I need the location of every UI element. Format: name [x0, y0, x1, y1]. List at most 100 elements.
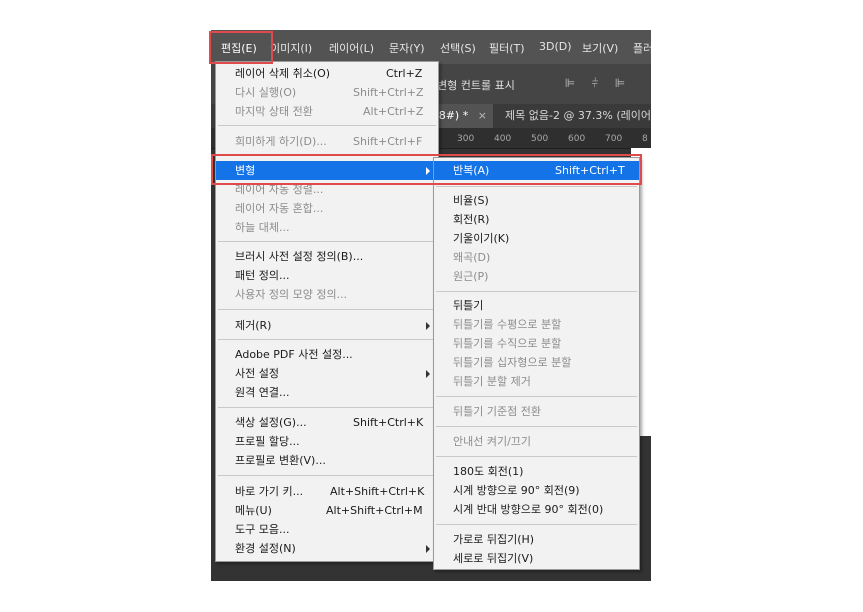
- menu-item-label: 원근(P): [453, 270, 489, 283]
- menu-separator: [218, 407, 436, 408]
- menu-filter[interactable]: 필터(T): [489, 40, 525, 56]
- menu-item-toggle-last-state[interactable]: 마지막 상태 전환 Alt+Ctrl+Z: [216, 102, 438, 121]
- menu-item-label: 뒤틀기를 십자형으로 분할: [453, 356, 572, 369]
- menu-item-purge[interactable]: 제거(R): [216, 316, 438, 335]
- menu-item-label: 브러시 사전 설정 정의(B)...: [235, 250, 364, 263]
- menu-select[interactable]: 선택(S): [440, 40, 476, 56]
- menu-item-label: 하늘 대체...: [235, 221, 290, 234]
- menu-item-scale[interactable]: 비율(S): [434, 191, 639, 210]
- menu-item-flip-vertical[interactable]: 세로로 뒤집기(V): [434, 549, 639, 568]
- menu-item-auto-blend-layers[interactable]: 레이어 자동 혼합...: [216, 199, 438, 218]
- ruler-tick: 700: [605, 134, 623, 144]
- menu-separator: [218, 339, 436, 340]
- menu-plugins[interactable]: 플러: [633, 40, 651, 56]
- menu-item-rotate-180[interactable]: 180도 회전(1): [434, 462, 639, 481]
- menu-item-presets[interactable]: 사전 설정: [216, 364, 438, 383]
- menu-item-define-brush-preset[interactable]: 브러시 사전 설정 정의(B)...: [216, 247, 438, 266]
- menu-item-label: 색상 설정(G)...: [235, 416, 307, 429]
- align-right-icon[interactable]: ⊫: [613, 76, 627, 90]
- show-transform-controls-label[interactable]: 변형 컨트롤 표시: [437, 77, 515, 93]
- menu-image[interactable]: 이미지(I): [270, 40, 312, 56]
- menu-separator: [436, 186, 637, 187]
- menu-item-split-warp-crosswise[interactable]: 뒤틀기를 십자형으로 분할: [434, 353, 639, 372]
- menu-bar: 편집(E) 이미지(I) 레이어(L) 문자(Y) 선택(S) 필터(T) 3D…: [211, 30, 651, 64]
- menu-layer[interactable]: 레이어(L): [329, 40, 374, 56]
- menu-3d[interactable]: 3D(D): [539, 40, 572, 53]
- menu-item-remote-connections[interactable]: 원격 연결...: [216, 383, 438, 402]
- menu-item-undo-delete-layer[interactable]: 레이어 삭제 취소(O) Ctrl+Z: [216, 64, 438, 83]
- menu-item-define-custom-shape[interactable]: 사용자 정의 모양 정의...: [216, 285, 438, 304]
- menu-item-toggle-guides[interactable]: 안내선 켜기/끄기: [434, 432, 639, 451]
- menu-item-fade[interactable]: 희미하게 하기(D)... Shift+Ctrl+F: [216, 132, 438, 151]
- menu-item-split-warp-vertically[interactable]: 뒤틀기를 수직으로 분할: [434, 334, 639, 353]
- edit-menu: 레이어 삭제 취소(O) Ctrl+Z 다시 실행(O) Shift+Ctrl+…: [215, 61, 439, 562]
- menu-item-color-settings[interactable]: 색상 설정(G)... Shift+Ctrl+K: [216, 413, 438, 432]
- annotation-box-transform-row: [211, 154, 642, 185]
- menu-separator: [218, 475, 436, 476]
- submenu-arrow-icon: [426, 322, 430, 330]
- menu-item-toggle-reference-point[interactable]: 뒤틀기 기준점 전환: [434, 402, 639, 421]
- menu-item-label: 프로필 할당...: [235, 435, 300, 448]
- menu-item-flip-horizontal[interactable]: 가로로 뒤집기(H): [434, 530, 639, 549]
- menu-item-label: 환경 설정(N): [235, 542, 296, 555]
- menu-item-label: 프로필로 변환(V)...: [235, 454, 326, 467]
- menu-item-label: 가로로 뒤집기(H): [453, 533, 535, 546]
- menu-item-skew[interactable]: 기울이기(K): [434, 229, 639, 248]
- tab-document-2[interactable]: 제목 없음-2 @ 37.3% (레이어: [499, 104, 651, 128]
- menu-item-label: 바로 가기 키...: [235, 485, 304, 498]
- menu-item-redo[interactable]: 다시 실행(O) Shift+Ctrl+Z: [216, 83, 438, 102]
- menu-item-label: 패턴 정의...: [235, 269, 290, 282]
- menu-item-sky-replacement[interactable]: 하늘 대체...: [216, 218, 438, 237]
- menu-item-label: 원격 연결...: [235, 386, 290, 399]
- menu-item-label: 시계 반대 방향으로 90° 회전(0): [453, 503, 604, 516]
- menu-item-preferences[interactable]: 환경 설정(N): [216, 539, 438, 558]
- menu-item-label: 뒤틀기 분할 제거: [453, 375, 531, 388]
- menu-item-label: 180도 회전(1): [453, 465, 524, 478]
- menu-item-adobe-pdf-presets[interactable]: Adobe PDF 사전 설정...: [216, 345, 438, 364]
- menu-item-menus[interactable]: 메뉴(U) Alt+Shift+Ctrl+M: [216, 501, 438, 520]
- menu-item-keyboard-shortcuts[interactable]: 바로 가기 키... Alt+Shift+Ctrl+K: [216, 482, 438, 501]
- menu-item-label: 메뉴(U): [235, 504, 272, 517]
- menu-item-shortcut: Alt+Shift+Ctrl+K: [330, 485, 425, 498]
- menu-type[interactable]: 문자(Y): [389, 40, 425, 56]
- menu-item-label: 마지막 상태 전환: [235, 105, 313, 118]
- menu-item-remove-warp-split[interactable]: 뒤틀기 분할 제거: [434, 372, 639, 391]
- close-icon[interactable]: ×: [478, 109, 487, 122]
- menu-separator: [218, 309, 436, 310]
- menu-item-label: 레이어 자동 혼합...: [235, 202, 324, 215]
- menu-item-label: 안내선 켜기/끄기: [453, 435, 532, 448]
- align-center-icon[interactable]: ⫩: [588, 76, 602, 90]
- ruler-tick: 300: [457, 134, 475, 144]
- menu-item-warp[interactable]: 뒤틀기: [434, 296, 639, 315]
- menu-item-shortcut: Ctrl+Z: [386, 67, 423, 80]
- menu-item-shortcut: Alt+Shift+Ctrl+M: [326, 504, 423, 517]
- menu-item-convert-to-profile[interactable]: 프로필로 변환(V)...: [216, 451, 438, 470]
- menu-item-rotate-90-cw[interactable]: 시계 방향으로 90° 회전(9): [434, 481, 639, 500]
- ruler-tick: 500: [531, 134, 549, 144]
- menu-item-define-pattern[interactable]: 패턴 정의...: [216, 266, 438, 285]
- menu-item-label: 왜곡(D): [453, 251, 491, 264]
- menu-item-label: 뒤틀기 기준점 전환: [453, 405, 541, 418]
- menu-item-rotate[interactable]: 회전(R): [434, 210, 639, 229]
- menu-separator: [218, 125, 436, 126]
- menu-item-label: 다시 실행(O): [235, 86, 297, 99]
- submenu-arrow-icon: [426, 370, 430, 378]
- ruler-tick: 8: [642, 134, 648, 144]
- menu-separator: [218, 241, 436, 242]
- menu-item-label: 도구 모음...: [235, 523, 290, 536]
- menu-item-rotate-90-ccw[interactable]: 시계 반대 방향으로 90° 회전(0): [434, 500, 639, 519]
- menu-separator: [436, 456, 637, 457]
- menu-item-toolbar[interactable]: 도구 모음...: [216, 520, 438, 539]
- tab-document-1-title: /8#) *: [435, 109, 469, 122]
- menu-separator: [436, 291, 637, 292]
- menu-item-label: 시계 방향으로 90° 회전(9): [453, 484, 580, 497]
- menu-item-label: 레이어 삭제 취소(O): [235, 67, 331, 80]
- menu-view[interactable]: 보기(V): [582, 40, 618, 56]
- menu-item-label: 희미하게 하기(D)...: [235, 135, 327, 148]
- menu-item-perspective[interactable]: 원근(P): [434, 267, 639, 286]
- menu-item-assign-profile[interactable]: 프로필 할당...: [216, 432, 438, 451]
- menu-item-distort[interactable]: 왜곡(D): [434, 248, 639, 267]
- menu-item-split-warp-horizontally[interactable]: 뒤틀기를 수평으로 분할: [434, 315, 639, 334]
- menu-item-label: 사용자 정의 모양 정의...: [235, 288, 348, 301]
- align-left-icon[interactable]: ⊫: [563, 76, 577, 90]
